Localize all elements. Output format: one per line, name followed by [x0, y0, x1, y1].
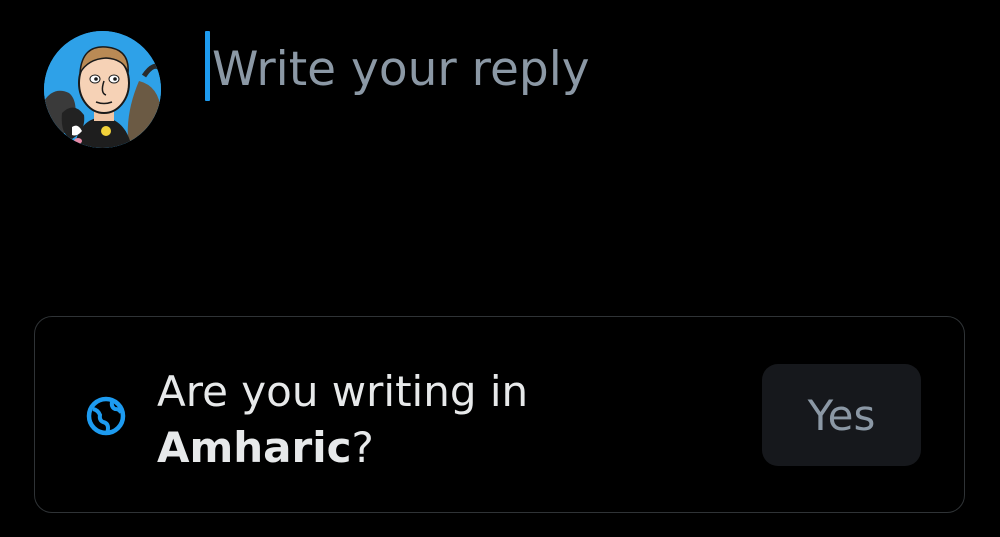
detected-language: Amharic — [157, 423, 352, 472]
question-suffix: ? — [351, 423, 374, 472]
avatar-illustration — [44, 31, 161, 148]
question-prefix: Are you writing in — [157, 367, 529, 416]
reply-input[interactable] — [204, 30, 972, 108]
globe-icon — [84, 394, 128, 438]
yes-button[interactable]: Yes — [762, 364, 921, 466]
reply-composer-screen: Are you writing in Amharic? Yes — [0, 0, 1000, 537]
text-caret — [205, 31, 210, 101]
language-question: Are you writing in Amharic? — [157, 364, 727, 476]
user-avatar[interactable] — [44, 31, 161, 148]
